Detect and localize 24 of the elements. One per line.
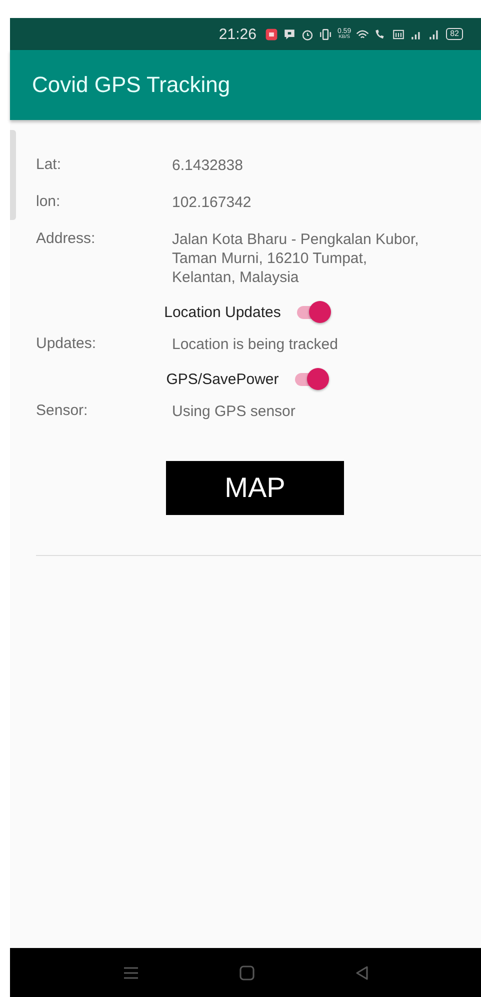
switch-label: GPS/SavePower [166, 370, 279, 388]
field-label: Lat: [36, 156, 62, 175]
field-value: Jalan Kota Bharu - Pengkalan Kubor, Taman Murni, 16210 Tumpat, Kelantan, Malaysia [172, 230, 420, 287]
chat-icon [283, 28, 296, 40]
field-value: Using GPS sensor [172, 402, 296, 421]
video-icon [265, 28, 278, 40]
status-time: 21:26 [218, 26, 256, 42]
field-value: 6.1432838 [172, 156, 244, 175]
field-value: 102.167342 [172, 193, 252, 212]
field-label: Sensor: [36, 402, 89, 421]
vibrate-icon [319, 28, 332, 40]
back-icon[interactable] [354, 964, 368, 980]
field-label: lon: [36, 193, 62, 212]
app-title: Covid GPS Tracking [32, 72, 230, 98]
map-button[interactable]: MAP [166, 461, 344, 515]
field-value: Location is being tracked [172, 335, 339, 354]
wifi-icon [356, 28, 370, 40]
switch-label: Location Updates [164, 304, 281, 320]
field-label: Address: [36, 230, 96, 249]
field-label: Updates: [36, 335, 98, 354]
battery-level: 82 [446, 28, 463, 40]
menu-icon[interactable] [122, 966, 138, 980]
alarm-icon [301, 28, 314, 40]
home-icon[interactable] [238, 964, 254, 980]
